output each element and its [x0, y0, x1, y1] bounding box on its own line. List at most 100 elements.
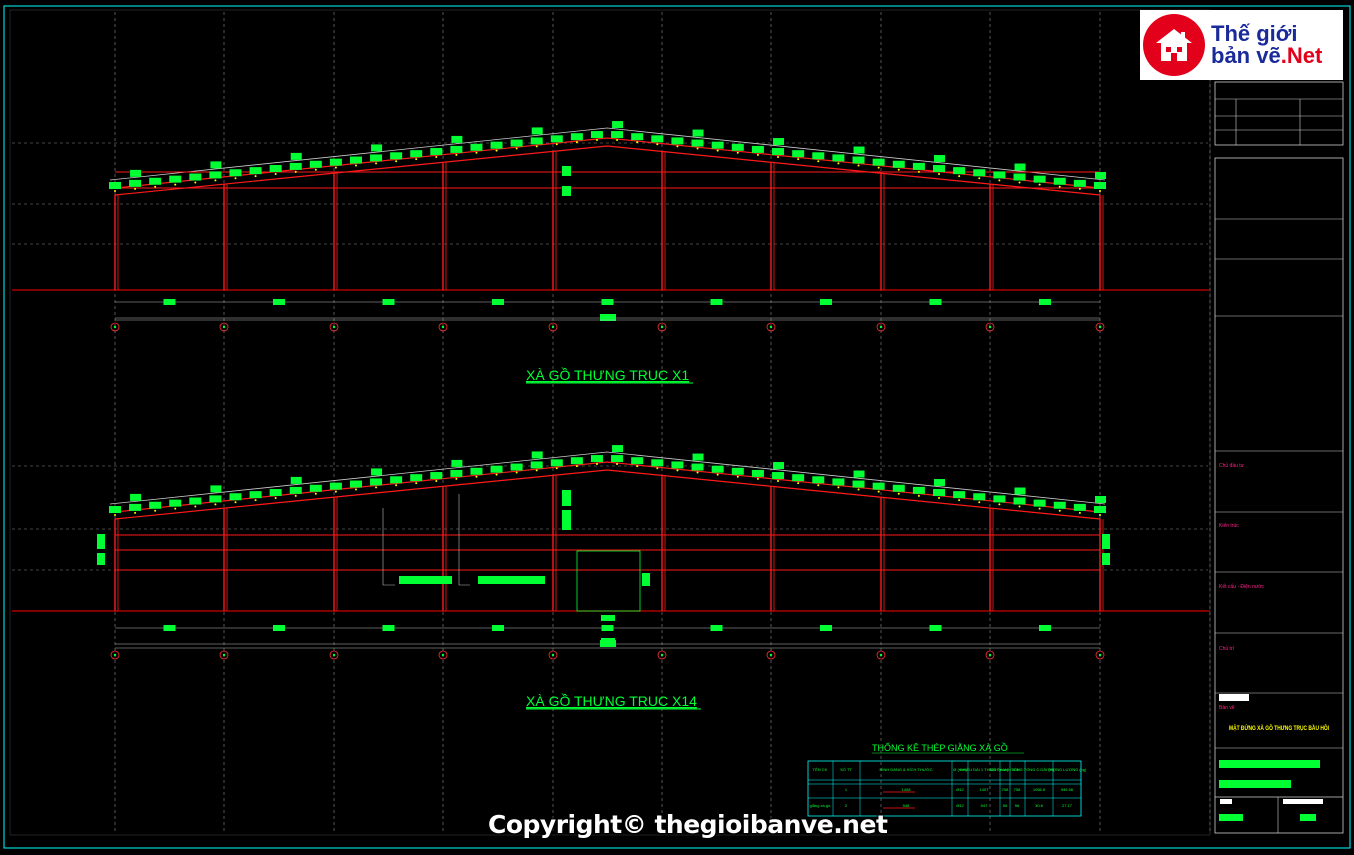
purlin-tag — [772, 472, 785, 480]
purlin-node — [756, 477, 759, 480]
detail-tag — [478, 576, 545, 584]
elevation-x14 — [12, 445, 1210, 660]
table-cell: 27.17 — [1062, 803, 1073, 808]
table-cell: Ø12 — [956, 787, 964, 792]
purlin-tag — [812, 152, 825, 160]
purlin-node — [234, 501, 237, 504]
purlin-tag — [470, 467, 483, 475]
purlin-tag — [309, 484, 322, 492]
purlin-node — [817, 160, 820, 163]
dimension-tag — [273, 299, 285, 305]
purlin-tag — [410, 474, 423, 482]
dimension-tag — [163, 299, 176, 305]
cad-drawing-canvas[interactable]: XÀ GỒ THƯNG TRUC X1 XÀ GỒ THƯNG TRUC X14… — [0, 0, 1354, 855]
purlin-node — [334, 490, 337, 493]
purlin-tag — [249, 167, 262, 175]
purlin-tag — [1073, 179, 1086, 187]
table-cell: 1 — [845, 787, 848, 792]
purlin-tag — [149, 177, 162, 185]
purlin-node — [475, 475, 478, 478]
purlin-tag — [590, 131, 603, 139]
purlin-node — [214, 179, 217, 182]
dimension-tag — [492, 625, 504, 631]
purlin-node — [595, 139, 598, 142]
axis-bubble-center — [332, 325, 336, 329]
purlin-tag — [570, 133, 583, 141]
elevation-x1-title: XÀ GỒ THƯNG TRUC X1 — [526, 366, 689, 383]
purlin-tag — [410, 150, 423, 158]
logo-text: Thế giới bản vẽ.Net — [1211, 23, 1322, 67]
purlin-tag — [912, 486, 925, 494]
purlin-tag-upper — [371, 144, 383, 152]
purlin-tag — [430, 472, 443, 480]
purlin-tag — [812, 476, 825, 484]
side-tag — [1102, 553, 1110, 565]
roof-rafter-lower — [114, 469, 1101, 520]
purlin-node — [314, 492, 317, 495]
purlin-node — [334, 166, 337, 169]
purlin-node — [194, 181, 197, 184]
purlin-tag — [329, 158, 342, 166]
purlin-node — [917, 170, 920, 173]
purlin-tag-upper — [934, 155, 946, 163]
axis-bubble-center — [769, 325, 773, 329]
table-cell: Ø12 — [956, 803, 964, 808]
purlin-node — [938, 173, 941, 176]
purlin-tag — [390, 152, 403, 160]
purlin-tag — [470, 143, 483, 151]
purlin-tag — [933, 489, 946, 497]
purlin-node — [656, 467, 659, 470]
purlin-node — [777, 480, 780, 483]
dimension-tag — [929, 299, 942, 305]
table-cell: 758 — [1002, 787, 1009, 792]
purlin-tag-upper — [451, 135, 463, 143]
purlin-tag-upper — [1095, 496, 1106, 503]
ridge-tag — [562, 510, 571, 520]
purlin-node — [1078, 187, 1081, 190]
purlin-node — [134, 511, 137, 514]
purlin-node — [897, 168, 900, 171]
purlin-tag — [651, 459, 664, 467]
purlin-node — [1018, 505, 1021, 508]
purlin-node — [696, 471, 699, 474]
purlin-node — [636, 141, 639, 144]
purlin-tag — [149, 501, 162, 509]
purlin-tag — [430, 148, 443, 156]
axis-bubble-center — [879, 325, 883, 329]
purlin-tag — [832, 478, 845, 486]
purlin-tag — [611, 455, 624, 463]
dimension-tag — [929, 625, 942, 631]
table-cell: 56 — [1003, 803, 1008, 808]
bracket — [458, 494, 470, 586]
purlin-tag — [370, 478, 383, 486]
purlin-tag — [129, 179, 142, 187]
purlin-tag — [349, 480, 362, 488]
purlin-tag — [671, 137, 684, 145]
copyright-watermark: Copyright© thegioibanve.net — [488, 810, 888, 839]
purlin-node — [1099, 514, 1101, 516]
purlin-node — [274, 173, 277, 176]
tb-label-architecture: Kiến trúc — [1219, 523, 1239, 529]
purlin-tag — [349, 156, 362, 164]
purlin-tag — [370, 154, 383, 162]
purlin-node — [535, 469, 538, 472]
purlin-tag — [289, 162, 302, 170]
axis-bubble-center — [660, 325, 664, 329]
logo-line-2: bản vẽ.Net — [1211, 43, 1323, 68]
drawing-frame — [3, 5, 1351, 849]
dimension-tag — [601, 299, 614, 305]
purlin-node — [515, 471, 518, 474]
purlin-node — [857, 164, 860, 167]
purlin-node — [415, 482, 418, 485]
purlin-node — [194, 505, 197, 508]
purlin-node — [958, 499, 961, 502]
table-header-cell: TỔNG — [1011, 767, 1023, 772]
purlin-tag — [953, 167, 966, 175]
purlin-tag — [530, 461, 543, 469]
table-cell: 56 — [1015, 803, 1020, 808]
purlin-tag — [1013, 497, 1026, 505]
purlin-tag — [309, 160, 322, 168]
purlin-tag — [209, 495, 222, 503]
axis-bubble-center — [441, 653, 445, 657]
axis-bubble-center — [879, 653, 883, 657]
